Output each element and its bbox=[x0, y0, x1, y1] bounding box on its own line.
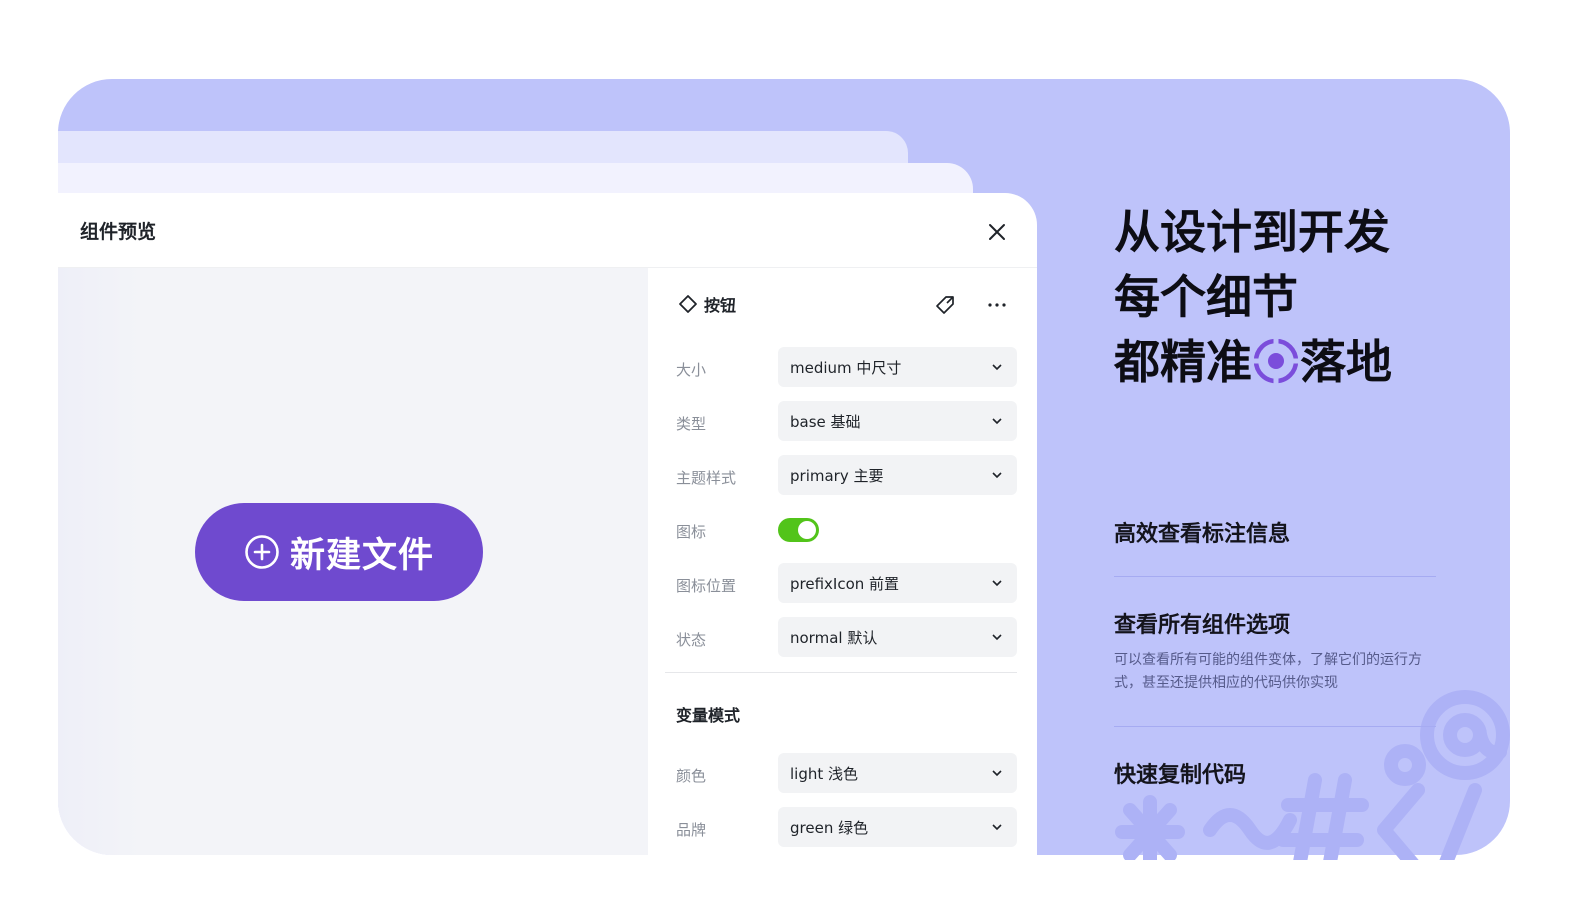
variables-section-title: 变量模式 bbox=[676, 706, 741, 725]
properties-panel: 按钮 大小 medium 中尺寸 类型 base 基础 主题样式 primary… bbox=[648, 268, 1037, 855]
chevron-down-icon bbox=[992, 634, 1002, 641]
size-label: 大小 bbox=[676, 361, 707, 379]
feature-title-annotation: 高效查看标注信息 bbox=[1114, 522, 1291, 547]
chevron-down-icon bbox=[992, 580, 1002, 587]
brand-select-value: green 绿色 bbox=[790, 818, 869, 837]
more-icon[interactable] bbox=[986, 294, 1008, 316]
color-select-value: light 浅色 bbox=[790, 764, 859, 783]
feature-divider bbox=[1114, 726, 1436, 727]
brand-label: 品牌 bbox=[676, 821, 707, 839]
state-select-value: normal 默认 bbox=[790, 628, 878, 647]
icon-position-label: 图标位置 bbox=[676, 577, 737, 595]
plus-circle-icon bbox=[245, 535, 279, 569]
color-label: 颜色 bbox=[676, 767, 707, 785]
feature-title-copy-code: 快速复制代码 bbox=[1114, 763, 1247, 788]
chevron-down-icon bbox=[992, 472, 1002, 479]
panel-title: 组件预览 bbox=[80, 221, 157, 243]
headline-line-3-part-1: 都精准 bbox=[1114, 335, 1252, 389]
headline-line-1: 从设计到开发 bbox=[1114, 205, 1390, 259]
size-select[interactable]: medium 中尺寸 bbox=[778, 347, 1017, 387]
feature-divider bbox=[1114, 576, 1436, 577]
chevron-down-icon bbox=[992, 824, 1002, 831]
type-select[interactable]: base 基础 bbox=[778, 401, 1017, 441]
theme-style-select[interactable]: primary 主要 bbox=[778, 455, 1017, 495]
feature-description-component-options: 可以查看所有可能的组件变体，了解它们的运行方式，甚至还提供相应的代码供你实现 bbox=[1114, 652, 1422, 691]
chevron-down-icon bbox=[992, 418, 1002, 425]
toggle-knob bbox=[798, 521, 816, 539]
icon-label: 图标 bbox=[676, 523, 707, 541]
headline: 从设计到开发 每个细节 都精准 落地 bbox=[1114, 200, 1392, 395]
type-label: 类型 bbox=[676, 415, 707, 433]
tag-link-icon[interactable] bbox=[934, 294, 956, 316]
icon-position-select-value: prefixIcon 前置 bbox=[790, 574, 900, 593]
component-preview-panel: 组件预览 新建文件 按钮 大小 medium 中尺寸 类型 base 基础 主题… bbox=[58, 193, 1037, 855]
size-select-value: medium 中尺寸 bbox=[790, 358, 902, 377]
chevron-down-icon bbox=[992, 364, 1002, 371]
headline-line-2: 每个细节 bbox=[1114, 270, 1298, 324]
headline-line-3-part-2: 落地 bbox=[1300, 335, 1392, 389]
component-diamond-icon bbox=[679, 295, 697, 313]
brand-select[interactable]: green 绿色 bbox=[778, 807, 1017, 847]
chevron-down-icon bbox=[992, 770, 1002, 777]
section-divider bbox=[665, 672, 1017, 673]
panel-header: 组件预览 bbox=[58, 193, 1037, 268]
color-select[interactable]: light 浅色 bbox=[778, 753, 1017, 793]
component-name: 按钮 bbox=[704, 296, 737, 315]
theme-style-label: 主题样式 bbox=[676, 469, 737, 487]
headline-line-3: 都精准 落地 bbox=[1114, 330, 1392, 395]
new-file-button-label: 新建文件 bbox=[289, 535, 434, 575]
close-icon[interactable] bbox=[982, 217, 1012, 247]
state-label: 状态 bbox=[676, 631, 707, 649]
preview-canvas: 新建文件 bbox=[58, 268, 648, 855]
component-title: 按钮 bbox=[678, 294, 737, 315]
theme-style-select-value: primary 主要 bbox=[790, 466, 884, 485]
feature-title-component-options: 查看所有组件选项 bbox=[1114, 613, 1291, 638]
icon-position-select[interactable]: prefixIcon 前置 bbox=[778, 563, 1017, 603]
target-icon bbox=[1253, 338, 1299, 384]
new-file-button[interactable]: 新建文件 bbox=[195, 503, 483, 601]
icon-toggle[interactable] bbox=[778, 518, 819, 542]
type-select-value: base 基础 bbox=[790, 412, 861, 431]
state-select[interactable]: normal 默认 bbox=[778, 617, 1017, 657]
